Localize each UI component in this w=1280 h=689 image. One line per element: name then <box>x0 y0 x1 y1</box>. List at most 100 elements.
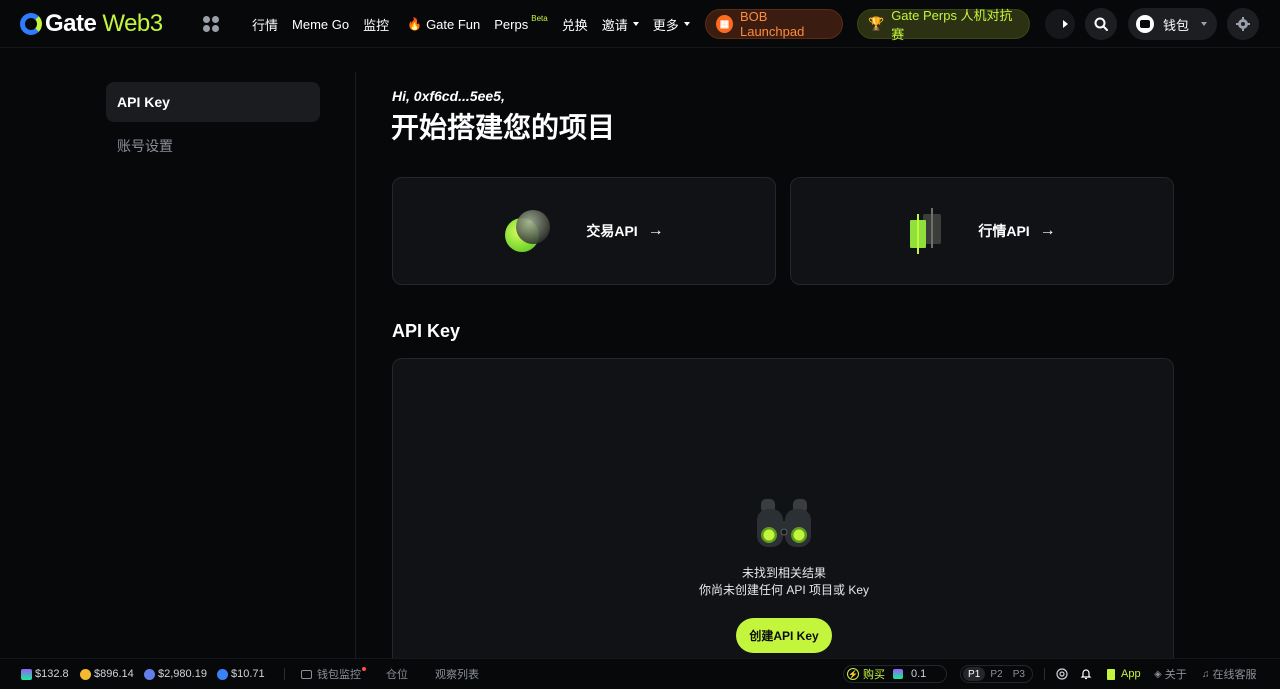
apps-grid-icon[interactable] <box>203 16 219 32</box>
bell-icon <box>1080 669 1092 680</box>
support-link[interactable]: ♫ 在线客服 <box>1202 659 1257 689</box>
nav-meme-go[interactable]: Meme Go <box>292 17 349 32</box>
main-nav: 行情 Meme Go 监控 🔥 Gate Fun Perps Beta 兑换 邀请 … <box>252 0 704 48</box>
wallet-monitor-label: 钱包监控 <box>317 669 361 681</box>
sol-coin-icon <box>893 669 903 679</box>
nav-swap[interactable]: 兑换 <box>562 15 588 34</box>
price-sui[interactable]: $10.71 <box>217 659 265 689</box>
watchlist-link[interactable]: 观察列表 <box>435 659 479 689</box>
divider <box>284 668 285 680</box>
sidebar-item-api-key[interactable]: API Key <box>106 82 320 122</box>
nav-swap-label: 兑换 <box>561 17 588 33</box>
wallet-icon <box>301 669 312 679</box>
nav-more[interactable]: 更多 <box>653 15 690 34</box>
watchlist-label: 观察列表 <box>435 669 479 681</box>
price-eth[interactable]: $2,980.19 <box>144 659 207 689</box>
headset-icon: ♫ <box>1202 668 1210 680</box>
chevron-down-icon <box>683 22 690 26</box>
gate-perps-label: Gate Perps 人机对抗赛 <box>891 8 1013 42</box>
preset-p2[interactable]: P2 <box>985 667 1007 681</box>
nav-invite[interactable]: 邀请 <box>602 15 639 34</box>
wallet-icon <box>1136 15 1154 33</box>
positions-label: 仓位 <box>386 669 408 681</box>
bob-launchpad-label: BOB Launchpad <box>739 9 805 39</box>
notification-dot <box>362 667 366 671</box>
vertical-divider <box>355 72 356 658</box>
price-value: $2,980.19 <box>158 668 207 680</box>
price-value: $132.8 <box>35 668 69 680</box>
price-value: $10.71 <box>231 668 265 680</box>
quick-buy-control[interactable]: ⚡ 购买 0.1 <box>843 665 947 683</box>
nav-monitor[interactable]: 监控 <box>363 15 389 34</box>
empty-state-title: 未找到相关结果 <box>741 566 826 580</box>
preset-p1[interactable]: P1 <box>963 667 986 681</box>
price-bnb[interactable]: $896.14 <box>80 659 134 689</box>
sidebar-item-account-settings[interactable]: 账号设置 <box>106 126 320 166</box>
app-label: App <box>1121 668 1141 680</box>
sidebar: API Key 账号设置 <box>106 82 320 166</box>
nav-monitor-label: 监控 <box>363 17 390 33</box>
beta-badge: Beta <box>531 13 548 23</box>
gate-web3-logo[interactable]: Gate Web3 <box>20 10 163 38</box>
target-icon <box>1056 668 1068 680</box>
arrow-right-icon: → <box>1039 222 1056 239</box>
market-api-label-wrap: 行情API → <box>978 221 1055 241</box>
page-title: 开始搭建您的项目 <box>391 112 616 143</box>
nav-perps[interactable]: Perps Beta <box>494 13 548 32</box>
gear-icon <box>1236 17 1250 31</box>
chain-coin-icon <box>217 668 228 680</box>
trade-api-label-wrap: 交易API → <box>586 221 663 241</box>
preset-selector: P1 P2 P3 <box>960 665 1033 683</box>
preset-p3[interactable]: P3 <box>1008 667 1030 681</box>
nav-gate-fun-label: Gate Fun <box>426 16 481 32</box>
lightning-icon: ⚡ <box>847 668 859 680</box>
app-download-link[interactable]: App <box>1107 659 1141 689</box>
nav-gate-fun[interactable]: 🔥 Gate Fun <box>407 17 480 32</box>
phone-icon <box>1107 668 1115 680</box>
support-label: 在线客服 <box>1212 669 1257 681</box>
market-api-label: 行情API <box>978 223 1030 239</box>
nav-meme-go-label: Meme Go <box>292 16 350 32</box>
wallet-button[interactable]: 钱包 <box>1128 8 1217 40</box>
sidebar-item-label: API Key <box>117 94 170 110</box>
gate-perps-promo[interactable]: 🏆 Gate Perps 人机对抗赛 <box>857 8 1030 42</box>
trade-api-label: 交易API <box>586 223 638 239</box>
chevron-down-icon <box>1201 22 1208 26</box>
notifications-button[interactable] <box>1080 659 1092 689</box>
search-icon <box>1094 17 1108 31</box>
create-api-key-button[interactable]: 创建API Key <box>736 618 832 653</box>
nav-more-label: 更多 <box>652 17 679 33</box>
quick-buy-amount[interactable]: 0.1 <box>911 668 926 680</box>
price-value: $896.14 <box>94 668 134 680</box>
market-api-card[interactable]: 行情API → <box>790 177 1174 285</box>
nav-market-label: 行情 <box>252 17 279 33</box>
target-settings-button[interactable] <box>1056 659 1068 689</box>
chevron-right-icon <box>1063 20 1068 28</box>
trade-api-card[interactable]: 交易API → <box>392 177 776 285</box>
about-link[interactable]: ◈ 关于 <box>1154 659 1187 689</box>
bnb-coin-icon <box>80 668 91 680</box>
nav-market[interactable]: 行情 <box>252 15 278 34</box>
settings-button[interactable] <box>1227 8 1259 40</box>
trade-api-icon <box>505 210 551 252</box>
sol-coin-icon <box>21 668 32 680</box>
top-navigation-bar: Gate Web3 行情 Meme Go 监控 🔥 Gate Fun Perps B… <box>0 0 1280 48</box>
sidebar-item-label: 账号设置 <box>117 138 173 154</box>
layers-icon: ◈ <box>1154 668 1162 680</box>
wallet-monitor-link[interactable]: 钱包监控 <box>301 659 366 689</box>
gate-logo-icon <box>20 13 42 35</box>
search-button[interactable] <box>1085 8 1117 40</box>
api-key-empty-panel: 未找到相关结果 你尚未创建任何 API 项目或 Key 创建API Key <box>392 358 1174 658</box>
wallet-label: 钱包 <box>1163 17 1190 33</box>
nav-perps-label: Perps <box>494 16 529 32</box>
api-key-section-title: API Key <box>392 321 461 341</box>
divider <box>1044 668 1045 680</box>
bob-launchpad-promo[interactable]: ▦ BOB Launchpad <box>705 9 843 39</box>
fire-icon: 🔥 <box>407 17 423 31</box>
trophy-icon: 🏆 <box>868 16 885 31</box>
eth-coin-icon <box>144 668 155 680</box>
promo-next-button[interactable] <box>1045 9 1075 39</box>
bottom-status-bar: $132.8 $896.14 $2,980.19 $10.71 钱包监控 仓位 … <box>0 658 1280 688</box>
positions-link[interactable]: 仓位 <box>386 659 408 689</box>
price-sol[interactable]: $132.8 <box>21 659 69 689</box>
